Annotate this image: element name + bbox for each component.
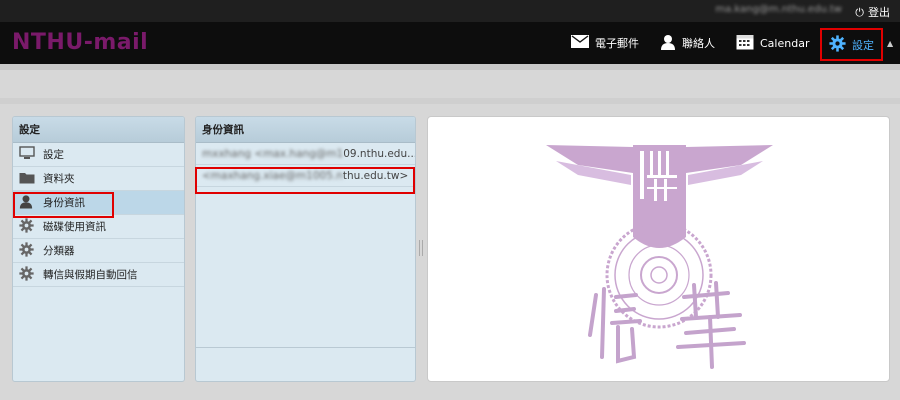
toolbar-strip [0, 64, 900, 70]
gear-icon [19, 217, 37, 236]
nav-calendar[interactable]: Calendar [736, 22, 809, 64]
folder-icon [19, 171, 37, 187]
settings-panel: 設定 設定 資料夾 身份資訊 磁碟使用資訊 分類器 轉信與假期自動回信 [12, 116, 185, 382]
panel-splitter-handle[interactable] [419, 240, 423, 256]
menu-item-settings[interactable]: 設定 [13, 143, 184, 167]
settings-panel-title: 設定 [13, 117, 184, 143]
menu-item-label: 身份資訊 [43, 197, 85, 209]
logout-label: 登出 [868, 6, 890, 19]
app-logo[interactable]: NTHU-mail [12, 30, 148, 55]
toolbar-strip-2 [0, 98, 900, 104]
menu-item-identity[interactable]: 身份資訊 [13, 191, 184, 215]
nthu-emblem-logo [546, 145, 773, 369]
power-icon: ⏻ [855, 6, 864, 19]
top-bar: ma.kang@m.nthu.edu.tw ⏻ 登出 [0, 0, 900, 22]
menu-item-folders[interactable]: 資料夾 [13, 167, 184, 191]
identity-panel-title: 身份資訊 [196, 117, 415, 143]
gear-icon [19, 241, 37, 260]
menu-item-disk-usage[interactable]: 磁碟使用資訊 [13, 215, 184, 239]
menu-item-label: 資料夾 [43, 173, 75, 185]
menu-item-forwarding-vacation[interactable]: 轉信與假期自動回信 [13, 263, 184, 287]
identity-domain: 09.nthu.edu.... [343, 148, 415, 160]
user-email: ma.kang@m.nthu.edu.tw [715, 4, 842, 15]
envelope-icon [571, 35, 589, 51]
gear-icon [19, 265, 37, 284]
identity-row[interactable]: <maxhang.xiae@m1005.nthu.edu.tw> [196, 165, 415, 187]
menu-item-filters[interactable]: 分類器 [13, 239, 184, 263]
monitor-icon [19, 146, 37, 163]
app-header: NTHU-mail 電子郵件 聯絡人 Calendar [0, 22, 900, 64]
calendar-icon [736, 34, 754, 53]
identity-panel-footer [196, 347, 415, 348]
identity-domain: thu.edu.tw> [342, 170, 409, 182]
preview-panel [427, 116, 890, 382]
nav-mail-label: 電子郵件 [595, 37, 639, 50]
nav-calendar-label: Calendar [760, 36, 810, 50]
menu-item-label: 轉信與假期自動回信 [43, 269, 138, 281]
nav-mail[interactable]: 電子郵件 [571, 22, 639, 64]
caret-up-icon[interactable]: ▲ [887, 39, 893, 48]
person-icon [660, 34, 676, 53]
menu-item-label: 分類器 [43, 245, 75, 257]
nav-contacts[interactable]: 聯絡人 [660, 22, 715, 64]
identity-row[interactable]: mxxhang <max.hang@m109.nthu.edu.... [196, 143, 415, 165]
nav-contacts-label: 聯絡人 [682, 37, 715, 50]
person-icon [19, 194, 37, 212]
gear-icon [829, 34, 846, 55]
identity-panel: 身份資訊 mxxhang <max.hang@m109.nthu.edu....… [195, 116, 416, 382]
nav-settings[interactable]: 設定 [820, 28, 883, 61]
menu-item-label: 設定 [43, 149, 64, 161]
identity-name-blurred: mxxhang <max.hang@m1 [202, 148, 344, 160]
logout-button[interactable]: ⏻ 登出 [855, 4, 890, 20]
nav-settings-label: 設定 [852, 38, 874, 52]
menu-item-label: 磁碟使用資訊 [43, 221, 106, 233]
identity-name-blurred: <maxhang.xiae@m1005.n [202, 170, 343, 182]
